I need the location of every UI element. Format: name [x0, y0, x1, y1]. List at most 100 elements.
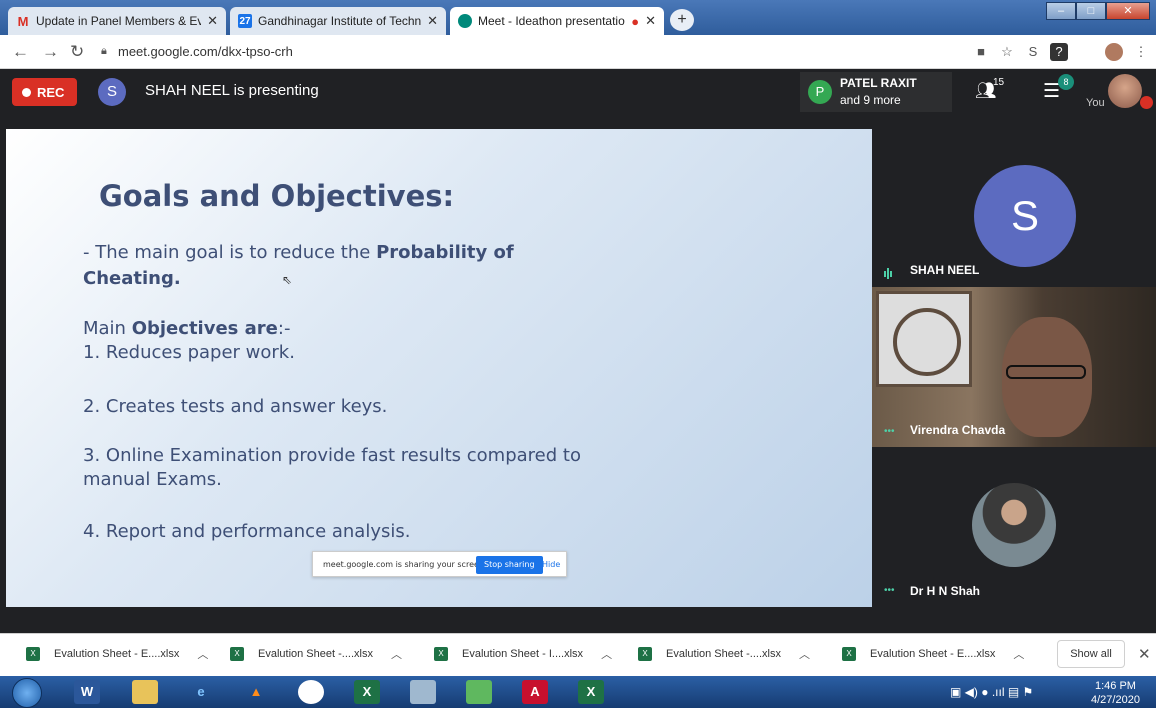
- goal-prefix: - The main goal is to reduce the: [83, 242, 377, 263]
- tab-gmail[interactable]: M Update in Panel Members & Eval ✕: [8, 7, 226, 35]
- start-button[interactable]: [12, 678, 42, 708]
- lock-icon: 🔒︎: [101, 45, 107, 57]
- speaking-indicator-icon: [884, 265, 896, 280]
- chevron-up-icon[interactable]: ︿: [799, 646, 810, 662]
- chevron-up-icon[interactable]: ︿: [391, 646, 402, 662]
- bookmark-star-icon[interactable]: ☆: [998, 43, 1016, 61]
- slide-item: 3. Online Examination provide fast resul…: [83, 445, 581, 466]
- download-filename: Evalution Sheet -....xlsx: [666, 648, 781, 660]
- calculator-icon[interactable]: [410, 680, 436, 704]
- download-item[interactable]: X Evalution Sheet - I....xlsx ︿: [434, 646, 612, 662]
- slide-title: Goals and Objectives:: [99, 179, 455, 213]
- internet-explorer-icon[interactable]: e: [188, 680, 214, 704]
- extension-icon[interactable]: ?: [1050, 43, 1068, 61]
- slide-item: 1. Reduces paper work.: [83, 342, 295, 363]
- tab-title: Meet - Ideathon presentatio: [478, 14, 625, 28]
- tab-title: Gandhinagar Institute of Technol: [258, 14, 422, 28]
- show-all-button[interactable]: Show all: [1057, 640, 1125, 668]
- excel-window-icon[interactable]: X: [578, 680, 604, 704]
- back-icon[interactable]: ←: [12, 42, 29, 62]
- camera-icon[interactable]: ■: [972, 43, 990, 61]
- slide-item: manual Exams.: [83, 469, 222, 490]
- recording-dot-icon: ●: [631, 13, 640, 29]
- download-item[interactable]: X Evalution Sheet - E....xlsx ︿: [842, 646, 1024, 662]
- hide-button[interactable]: Hide: [542, 560, 560, 569]
- participants-preview[interactable]: P PATEL RAXIT and 9 more: [800, 72, 952, 112]
- close-tab-icon[interactable]: ✕: [427, 13, 438, 29]
- meet-top-bar: REC S SHAH NEEL is presenting P PATEL RA…: [0, 69, 1156, 129]
- objectives-bold: Objectives are: [131, 318, 278, 339]
- windows-taskbar: W e ▲ X A X ▣ ◀︎) ● .ııl ▤ ⚑ 1:46 PM 4/2…: [0, 676, 1156, 708]
- download-filename: Evalution Sheet - E....xlsx: [870, 648, 996, 660]
- sticky-notes-icon[interactable]: [466, 680, 492, 704]
- chevron-up-icon[interactable]: ︿: [601, 646, 612, 662]
- people-count: 15: [993, 77, 1005, 88]
- gmail-icon: M: [17, 13, 29, 29]
- participant-name: Virendra Chavda: [910, 423, 1006, 437]
- slide-goal-line-2: Cheating.: [83, 267, 181, 291]
- screen-share-bar: meet.google.com is sharing your screen. …: [312, 551, 567, 577]
- system-tray-icons[interactable]: ▣ ◀︎) ● .ııl ▤ ⚑: [950, 685, 1033, 699]
- url-field[interactable]: meet.google.com/dkx-tpso-crh: [118, 44, 293, 59]
- calendar-icon: 27: [238, 14, 252, 28]
- goal-bold: Probability of: [376, 242, 514, 263]
- more-indicator-icon: •••: [884, 426, 895, 437]
- word-icon[interactable]: W: [74, 680, 100, 704]
- acrobat-icon[interactable]: A: [522, 680, 548, 704]
- maximize-button[interactable]: □: [1076, 2, 1106, 20]
- excel-file-icon: X: [26, 647, 40, 661]
- downloads-shelf: X Evalution Sheet - E....xlsx ︿ X Evalut…: [0, 633, 1156, 676]
- close-tab-icon[interactable]: ✕: [645, 13, 656, 29]
- meeting-stage: Goals and Objectives: - The main goal is…: [0, 129, 1156, 607]
- excel-file-icon: X: [434, 647, 448, 661]
- browser-tab-strip: M Update in Panel Members & Eval ✕ 27 Ga…: [0, 0, 1156, 35]
- download-item[interactable]: X Evalution Sheet -....xlsx ︿: [638, 646, 810, 662]
- participant-photo: [972, 483, 1056, 567]
- slide-objectives-heading: Main Objectives are:-: [83, 317, 290, 341]
- objectives-suffix: :-: [277, 318, 291, 339]
- close-icon[interactable]: ✕: [1138, 645, 1151, 663]
- record-dot-icon: [22, 87, 31, 97]
- new-tab-button[interactable]: +: [670, 9, 694, 31]
- tab-calendar[interactable]: 27 Gandhinagar Institute of Technol ✕: [230, 7, 446, 35]
- chevron-up-icon[interactable]: ︿: [197, 646, 208, 662]
- close-tab-icon[interactable]: ✕: [207, 13, 218, 29]
- chrome-icon[interactable]: [298, 680, 324, 704]
- chevron-up-icon[interactable]: ︿: [1013, 646, 1024, 662]
- excel-file-icon: X: [230, 647, 244, 661]
- more-indicator-icon: •••: [884, 585, 895, 596]
- close-window-button[interactable]: ✕: [1106, 2, 1150, 20]
- participant-name: PATEL RAXIT: [840, 76, 917, 90]
- profile-avatar[interactable]: [1105, 43, 1123, 61]
- self-label: You: [1086, 97, 1105, 109]
- meet-icon: [458, 14, 472, 28]
- mouse-cursor-icon: ⇖: [282, 273, 293, 287]
- self-avatar: [1108, 74, 1142, 108]
- download-item[interactable]: X Evalution Sheet -....xlsx ︿: [230, 646, 402, 662]
- wall-decor-image: [876, 291, 972, 387]
- tab-meet[interactable]: Meet - Ideathon presentatio ● ✕: [450, 7, 664, 35]
- excel-icon[interactable]: X: [354, 680, 380, 704]
- participant-avatar: P: [808, 80, 832, 104]
- rec-label: REC: [37, 84, 65, 100]
- slide-goal-line: - The main goal is to reduce the Probabi…: [83, 241, 514, 265]
- menu-icon[interactable]: ⋮: [1132, 43, 1150, 61]
- goal-bold-2: Cheating.: [83, 268, 181, 289]
- excel-file-icon: X: [638, 647, 652, 661]
- reload-icon[interactable]: ↻: [70, 42, 84, 62]
- participant-tiles: S SHAH NEEL Virendra Chavda ••• ••• Dr H…: [872, 129, 1156, 607]
- screen: M Update in Panel Members & Eval ✕ 27 Ga…: [0, 0, 1156, 708]
- window-controls: – □ ✕: [1046, 2, 1150, 20]
- vlc-icon[interactable]: ▲: [243, 680, 269, 704]
- participant-video[interactable]: Virendra Chavda •••: [872, 287, 1156, 447]
- chat-badge: 8: [1058, 74, 1074, 90]
- minimize-button[interactable]: –: [1046, 2, 1076, 20]
- presentation-slide: Goals and Objectives: - The main goal is…: [6, 129, 872, 607]
- forward-icon[interactable]: →: [42, 42, 59, 62]
- download-filename: Evalution Sheet - E....xlsx: [54, 648, 180, 660]
- download-item[interactable]: X Evalution Sheet - E....xlsx ︿: [26, 646, 208, 662]
- recording-indicator: REC: [12, 78, 77, 106]
- stop-sharing-button[interactable]: Stop sharing: [476, 556, 543, 574]
- extension-icon[interactable]: S: [1024, 43, 1042, 61]
- explorer-icon[interactable]: [132, 680, 158, 704]
